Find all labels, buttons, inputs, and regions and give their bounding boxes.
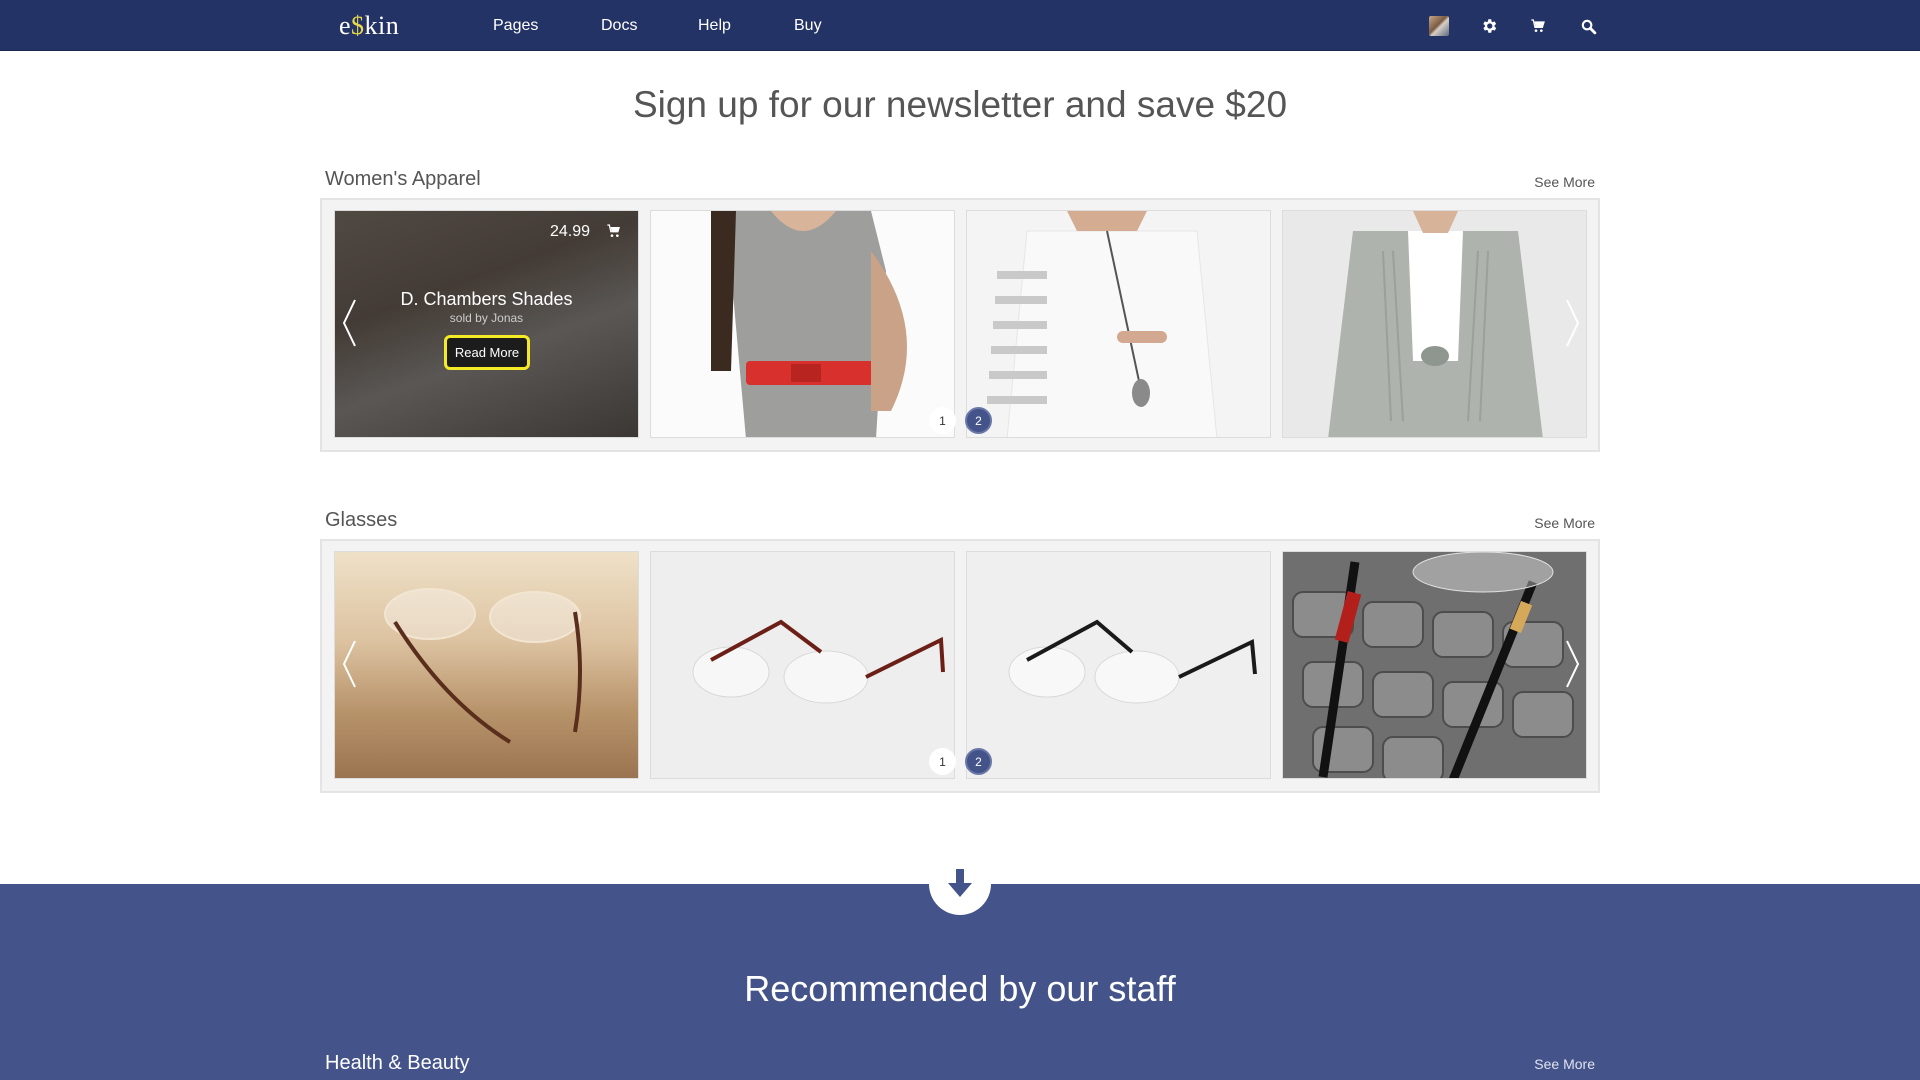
add-to-cart-button[interactable] <box>606 223 622 244</box>
product-card-glasses-2[interactable] <box>650 551 955 779</box>
cart-button[interactable] <box>1528 16 1548 36</box>
nav-link-buy[interactable]: Buy <box>794 17 822 35</box>
carousel-next-arrow[interactable] <box>1562 639 1582 689</box>
cart-icon <box>1531 19 1545 32</box>
product-image-glasses-3 <box>967 552 1270 778</box>
settings-button[interactable] <box>1479 16 1499 36</box>
glasses-carousel: 1 2 <box>320 539 1600 793</box>
see-more-health-beauty[interactable]: See More <box>1534 1056 1595 1072</box>
top-navbar: e$kin Pages Docs Help Buy <box>0 0 1920 51</box>
pager-page-2[interactable]: 2 <box>965 407 992 434</box>
product-image-glasses-2 <box>651 552 954 778</box>
product-card-glasses-3[interactable] <box>966 551 1271 779</box>
newsletter-headline: Sign up for our newsletter and save $20 <box>632 84 1288 125</box>
brand-logo[interactable]: e$kin <box>339 11 399 41</box>
section-title-womens-apparel: Women's Apparel <box>325 168 481 190</box>
search-icon <box>1581 19 1596 34</box>
arrow-down-icon <box>948 869 972 897</box>
read-more-button[interactable]: Read More <box>444 335 530 370</box>
pager-page-1[interactable]: 1 <box>929 407 956 434</box>
product-image-glasses-1 <box>384 588 582 744</box>
carousel-prev-arrow[interactable] <box>340 639 360 689</box>
scroll-down-button[interactable] <box>929 853 991 915</box>
product-card-cardigan[interactable] <box>1282 210 1587 438</box>
user-avatar-button[interactable] <box>1429 16 1449 36</box>
logo-text-suffix: kin <box>364 11 400 40</box>
logo-text-prefix: e <box>339 11 352 40</box>
search-button[interactable] <box>1578 16 1598 36</box>
pager-page-1[interactable]: 1 <box>929 748 956 775</box>
product-card-featured[interactable]: 24.99 D. Chambers Shades sold by Jonas R… <box>334 210 639 438</box>
gear-icon <box>1483 19 1497 33</box>
avatar <box>1429 16 1449 36</box>
section-title-health-beauty: Health & Beauty <box>325 1052 470 1074</box>
womens-apparel-carousel: 24.99 D. Chambers Shades sold by Jonas R… <box>320 198 1600 452</box>
product-image-grey-tee <box>651 211 954 437</box>
see-more-womens-apparel[interactable]: See More <box>1534 174 1595 190</box>
product-card-glasses-1[interactable] <box>334 551 639 779</box>
recommended-title: Recommended by our staff <box>744 968 1176 1009</box>
section-title-glasses: Glasses <box>325 509 398 531</box>
product-price: 24.99 <box>549 223 590 240</box>
pager-page-2[interactable]: 2 <box>965 748 992 775</box>
nav-link-docs[interactable]: Docs <box>601 17 637 35</box>
logo-dollar: $ <box>351 11 365 40</box>
product-image-cardigan <box>1283 211 1586 437</box>
product-card-glasses-4[interactable] <box>1282 551 1587 779</box>
product-card-grey-tee[interactable] <box>650 210 955 438</box>
product-image-glasses-4 <box>1283 552 1586 778</box>
carousel-prev-arrow[interactable] <box>340 298 360 348</box>
cart-icon <box>607 224 620 237</box>
product-card-striped-sweater[interactable] <box>966 210 1271 438</box>
nav-link-help[interactable]: Help <box>698 17 731 35</box>
nav-link-pages[interactable]: Pages <box>493 17 538 35</box>
product-name: D. Chambers Shades <box>400 289 573 309</box>
product-seller: sold by Jonas <box>449 311 524 325</box>
carousel-next-arrow[interactable] <box>1562 298 1582 348</box>
see-more-glasses[interactable]: See More <box>1534 515 1595 531</box>
product-image-striped-sweater <box>967 211 1270 437</box>
